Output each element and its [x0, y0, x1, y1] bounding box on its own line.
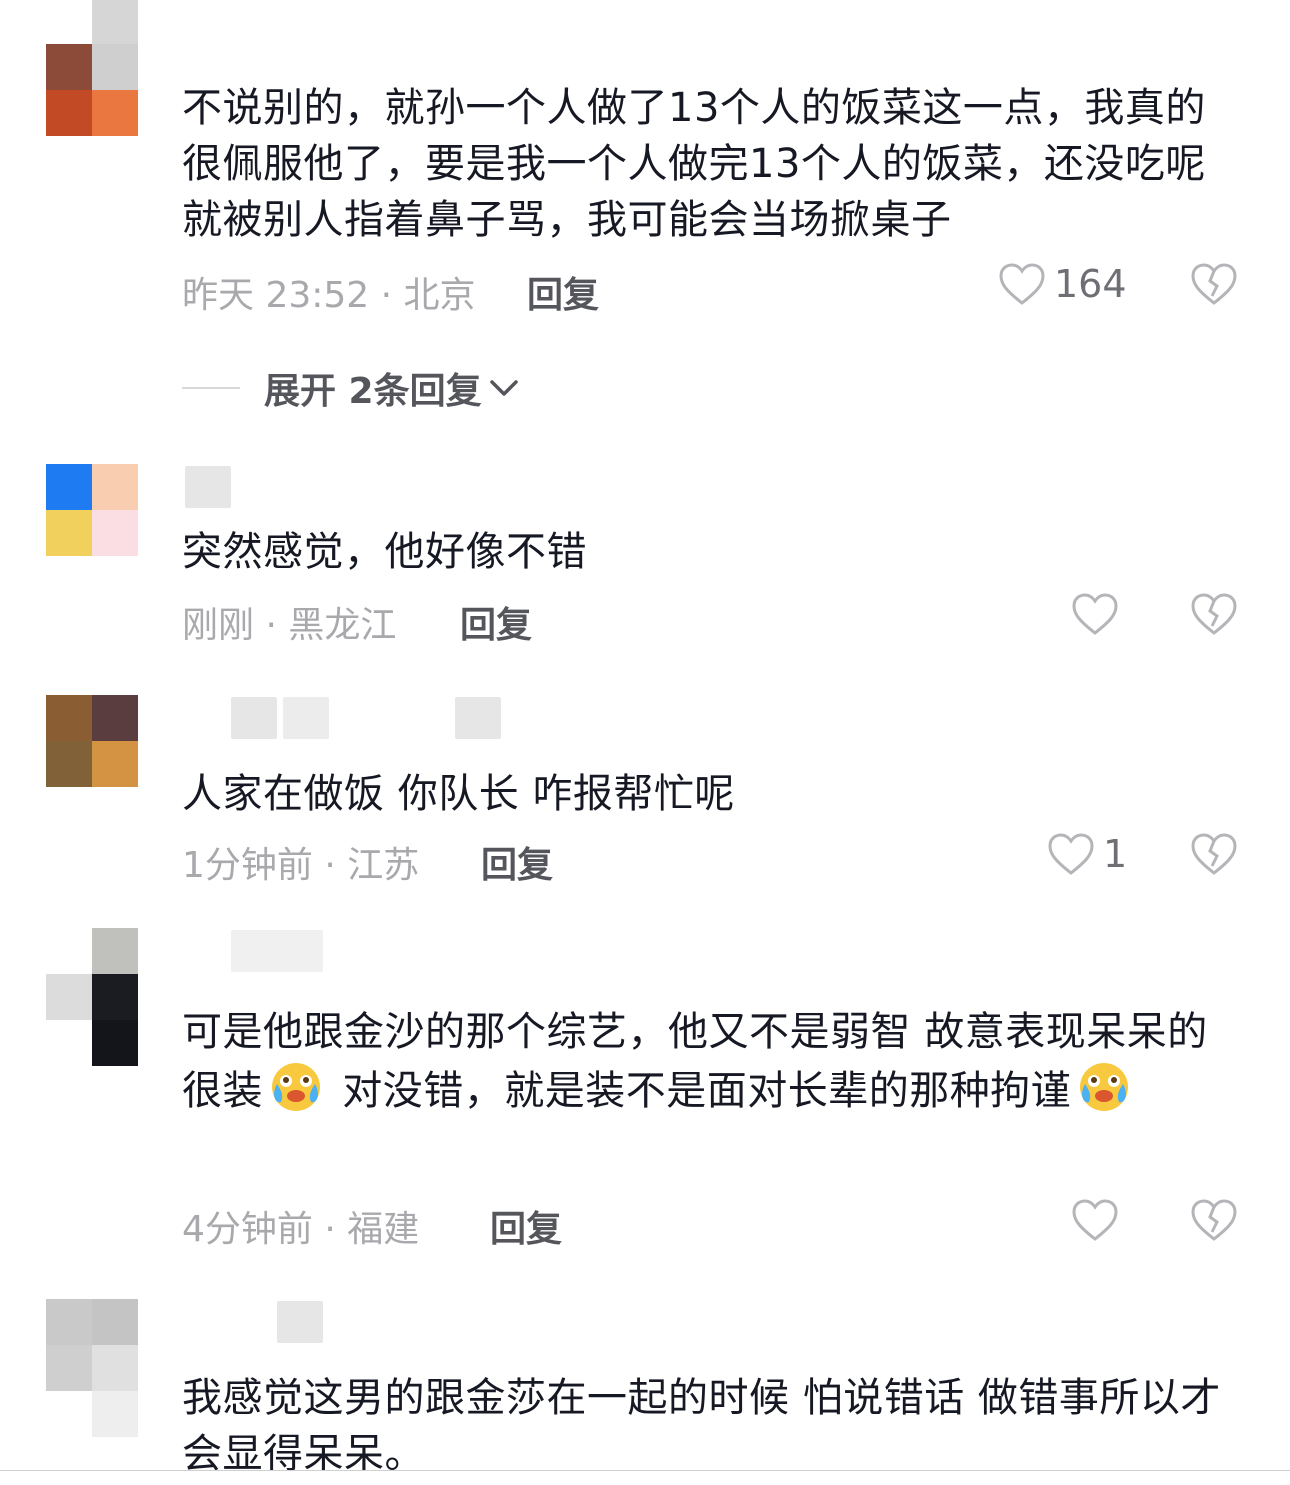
comment-text: 不说别的，就孙一个人做了13个人的饭菜这一点，我真的很佩服他了，要是我一个人做完…: [182, 85, 1206, 243]
dislike-button[interactable]: [1190, 1198, 1238, 1246]
like-button[interactable]: 1: [1047, 832, 1127, 876]
avatar[interactable]: [46, 928, 138, 1066]
comment-meta: 1分钟前 · 江苏: [182, 845, 420, 886]
broken-heart-icon: [1191, 593, 1237, 635]
avatar[interactable]: [46, 464, 138, 556]
like-count: 164: [1054, 262, 1127, 306]
avatar[interactable]: [46, 44, 138, 136]
heart-outline-icon: [999, 263, 1045, 305]
like-count: 1: [1103, 832, 1128, 876]
comment-text: 人家在做饭 你队长 咋报帮忙呢: [182, 771, 735, 817]
comment-meta: 昨天 23:52 · 北京: [182, 275, 476, 316]
heart-outline-icon: [1072, 1199, 1118, 1241]
like-button[interactable]: 164: [998, 262, 1127, 306]
comment-text-part2: 对没错，就是装不是面对长辈的那种拘谨: [329, 1068, 1072, 1114]
comment-text: 突然感觉，他好像不错: [182, 529, 587, 575]
dislike-button[interactable]: [1190, 592, 1238, 640]
like-button[interactable]: [1071, 592, 1119, 636]
crying-laughing-emoji-icon: [272, 1063, 320, 1111]
dislike-button[interactable]: [1190, 832, 1238, 880]
broken-heart-icon: [1191, 263, 1237, 305]
broken-heart-icon: [1191, 833, 1237, 875]
chevron-down-icon: [489, 380, 518, 396]
heart-outline-icon: [1048, 833, 1094, 875]
reply-button[interactable]: 回复: [460, 596, 532, 648]
comment-meta: 刚刚 · 黑龙江: [182, 605, 397, 646]
reply-button[interactable]: 回复: [490, 1200, 562, 1252]
avatar[interactable]: [46, 1299, 138, 1437]
username-blurred[interactable]: [185, 928, 323, 974]
like-button[interactable]: [1071, 1198, 1119, 1242]
username-blurred[interactable]: [185, 695, 501, 741]
comment-text: 可是他跟金沙的那个综艺，他又不是弱智 故意表现呆呆的 很装 对没错，就是装不是面…: [182, 1004, 1242, 1119]
reply-button[interactable]: 回复: [527, 266, 599, 318]
username-blurred[interactable]: [185, 1299, 323, 1345]
divider-line: [182, 387, 240, 389]
expand-replies-label: 展开 2条回复: [264, 371, 482, 412]
comment-text: 我感觉这男的跟金莎在一起的时候 怕说错话 做错事所以才会显得呆呆。: [182, 1375, 1221, 1470]
comment-meta: 4分钟前 · 福建: [182, 1209, 420, 1250]
broken-heart-icon: [1191, 1199, 1237, 1241]
reply-button[interactable]: 回复: [481, 836, 553, 888]
avatar-edge: [92, 0, 138, 44]
expand-replies[interactable]: 展开 2条回复: [182, 362, 520, 414]
bottom-edge: [0, 1471, 1290, 1485]
avatar[interactable]: [46, 695, 138, 787]
heart-outline-icon: [1072, 593, 1118, 635]
crying-laughing-emoji-icon: [1080, 1063, 1129, 1111]
username-blurred[interactable]: [185, 464, 231, 510]
dislike-button[interactable]: [1190, 262, 1238, 310]
